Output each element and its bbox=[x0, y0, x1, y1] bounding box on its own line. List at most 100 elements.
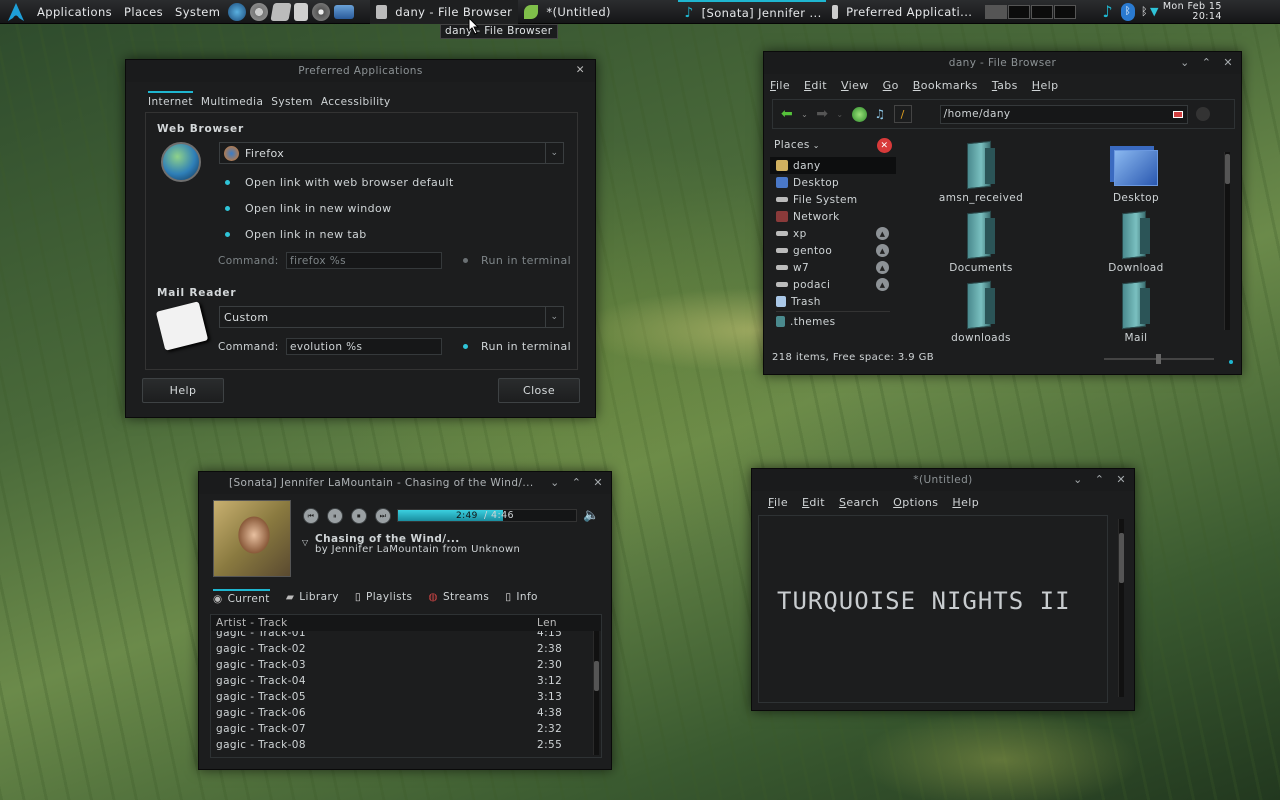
column-artist-track[interactable]: Artist - Track bbox=[211, 617, 537, 629]
forward-icon[interactable]: ➡ bbox=[816, 106, 828, 122]
clock[interactable]: Mon Feb 15 20:14 bbox=[1163, 1, 1225, 22]
sonata-titlebar[interactable]: [Sonata] Jennifer LaMountain - Chasing o… bbox=[199, 472, 611, 494]
task-sonata[interactable]: ♪ [Sonata] Jennifer ... bbox=[678, 0, 827, 24]
scroll-thumb[interactable] bbox=[1225, 154, 1230, 184]
place-filesystem[interactable]: File System bbox=[770, 191, 896, 208]
minimize-icon[interactable]: ⌄ bbox=[1073, 473, 1083, 486]
open-tab-radio[interactable]: Open link in new tab bbox=[225, 228, 367, 241]
minimize-icon[interactable]: ⌄ bbox=[550, 476, 560, 489]
tracklist-scrollbar[interactable] bbox=[593, 617, 599, 755]
open-window-radio[interactable]: Open link in new window bbox=[225, 202, 392, 215]
track-row[interactable]: gagic - Track-06 4:38 bbox=[211, 705, 601, 721]
editor-titlebar[interactable]: *(Untitled) ⌄ ⌃ ✕ bbox=[752, 469, 1134, 491]
back-menu-icon[interactable]: ⌄ bbox=[801, 110, 808, 119]
mail-run-terminal-checkbox[interactable]: Run in terminal bbox=[463, 340, 571, 353]
track-row[interactable]: gagic - Track-03 2:30 bbox=[211, 657, 601, 673]
place-themes[interactable]: .themes bbox=[770, 313, 896, 330]
open-default-radio[interactable]: Open link with web browser default bbox=[225, 176, 454, 189]
close-sidebar-icon[interactable]: ✕ bbox=[877, 138, 892, 153]
terminal-launcher-icon[interactable] bbox=[270, 2, 292, 21]
workspace-switcher[interactable] bbox=[984, 4, 1077, 19]
track-row[interactable]: gagic - Track-07 2:32 bbox=[211, 721, 601, 737]
go-icon[interactable] bbox=[1195, 107, 1210, 121]
previous-icon[interactable]: ⏮ bbox=[303, 508, 319, 524]
tab-library[interactable]: ▰ Library bbox=[286, 591, 339, 603]
eject-icon[interactable]: ▲ bbox=[876, 227, 889, 240]
screen-launcher-icon[interactable] bbox=[334, 4, 355, 19]
menu-edit[interactable]: Edit bbox=[802, 496, 825, 509]
progress-bar[interactable]: 2:49 / 4:46 bbox=[397, 509, 577, 522]
mail-reader-select[interactable]: Custom ⌄ bbox=[219, 306, 564, 328]
scroll-thumb[interactable] bbox=[1119, 533, 1124, 583]
tab-accessibility[interactable]: Accessibility bbox=[321, 96, 391, 108]
place-network[interactable]: Network bbox=[770, 208, 896, 225]
tab-multimedia[interactable]: Multimedia bbox=[201, 96, 263, 108]
scroll-thumb[interactable] bbox=[594, 661, 599, 691]
expander-icon[interactable]: ▽ bbox=[302, 538, 309, 547]
maximize-icon[interactable]: ⌃ bbox=[1202, 56, 1212, 69]
menu-file[interactable]: File bbox=[770, 79, 790, 92]
workspace-2[interactable] bbox=[1008, 4, 1031, 19]
file-item[interactable]: Documents bbox=[926, 212, 1036, 274]
eject-icon[interactable]: ▲ bbox=[876, 278, 889, 291]
task-file-browser[interactable]: dany - File Browser bbox=[370, 0, 519, 24]
menu-options[interactable]: Options bbox=[893, 496, 938, 509]
track-row[interactable]: gagic - Track-08 2:55 bbox=[211, 737, 601, 753]
task-editor[interactable]: *(Untitled) bbox=[518, 0, 674, 24]
menu-help[interactable]: Help bbox=[1032, 79, 1059, 92]
close-icon[interactable]: ✕ bbox=[1116, 473, 1126, 486]
bluetooth-small-icon[interactable]: ᛒ bbox=[1141, 5, 1148, 18]
fb-scrollbar[interactable] bbox=[1224, 152, 1230, 330]
maximize-icon[interactable]: ⌃ bbox=[1095, 473, 1105, 486]
menu-help[interactable]: Help bbox=[952, 496, 979, 509]
web-browser-select[interactable]: Firefox ⌄ bbox=[219, 142, 564, 164]
tab-system[interactable]: System bbox=[271, 96, 313, 108]
place-xp[interactable]: xp ▲ bbox=[770, 225, 896, 242]
settings-launcher-icon[interactable] bbox=[250, 2, 269, 21]
music-tray-icon[interactable]: ♪ bbox=[1102, 2, 1113, 21]
clear-path-icon[interactable] bbox=[1172, 110, 1183, 118]
maximize-icon[interactable]: ⌃ bbox=[572, 476, 582, 489]
mail-command-field[interactable]: evolution %s bbox=[286, 338, 442, 355]
menu-bookmarks[interactable]: Bookmarks bbox=[913, 79, 978, 92]
menu-view[interactable]: View bbox=[841, 79, 869, 92]
menu-system[interactable]: System bbox=[169, 5, 226, 19]
reload-icon[interactable] bbox=[851, 106, 867, 122]
eject-icon[interactable]: ▲ bbox=[876, 244, 889, 257]
file-item[interactable]: Desktop bbox=[1081, 142, 1191, 204]
close-button[interactable]: Close bbox=[498, 378, 580, 403]
zoom-slider[interactable] bbox=[1104, 354, 1214, 364]
pause-icon[interactable]: ⏸ bbox=[327, 508, 343, 524]
fb-titlebar[interactable]: dany - File Browser ⌄ ⌃ ✕ bbox=[764, 52, 1241, 74]
workspace-4[interactable] bbox=[1054, 4, 1077, 19]
arch-logo-icon[interactable] bbox=[5, 1, 27, 23]
workspace-3[interactable] bbox=[1031, 4, 1054, 19]
files-launcher-icon[interactable] bbox=[294, 2, 309, 21]
place-trash[interactable]: Trash bbox=[770, 293, 896, 310]
path-field[interactable]: /home/dany bbox=[939, 104, 1188, 124]
track-row[interactable]: gagic - Track-02 2:38 bbox=[211, 641, 601, 657]
web-run-terminal-checkbox[interactable]: Run in terminal bbox=[463, 254, 571, 267]
place-podaci[interactable]: podaci ▲ bbox=[770, 276, 896, 293]
forward-menu-icon[interactable]: ⌄ bbox=[836, 110, 843, 119]
place-gentoo[interactable]: gentoo ▲ bbox=[770, 242, 896, 259]
back-icon[interactable]: ⬅ bbox=[781, 106, 793, 122]
workspace-1[interactable] bbox=[985, 4, 1008, 19]
prefs-titlebar[interactable]: Preferred Applications ✕ bbox=[126, 60, 595, 82]
bluetooth-icon[interactable]: ᛒ bbox=[1120, 2, 1135, 21]
help-button[interactable]: Help bbox=[142, 378, 224, 403]
resize-grip-icon[interactable] bbox=[1229, 360, 1233, 364]
edit-location-icon[interactable]: / bbox=[893, 105, 912, 123]
file-item[interactable]: downloads bbox=[926, 282, 1036, 344]
tab-streams[interactable]: ◍ Streams bbox=[428, 591, 489, 603]
menu-places[interactable]: Places bbox=[118, 5, 169, 19]
tab-internet[interactable]: Internet bbox=[148, 91, 193, 108]
close-icon[interactable]: ✕ bbox=[1223, 56, 1233, 69]
tab-current[interactable]: ◉ Current bbox=[213, 589, 270, 605]
track-row[interactable]: gagic - Track-05 3:13 bbox=[211, 689, 601, 705]
next-icon[interactable]: ⏭ bbox=[375, 508, 391, 524]
menu-go[interactable]: Go bbox=[883, 79, 899, 92]
web-command-field[interactable]: firefox %s bbox=[286, 252, 442, 269]
menu-edit[interactable]: Edit bbox=[804, 79, 827, 92]
volume-icon[interactable]: 🔈 bbox=[583, 508, 600, 523]
